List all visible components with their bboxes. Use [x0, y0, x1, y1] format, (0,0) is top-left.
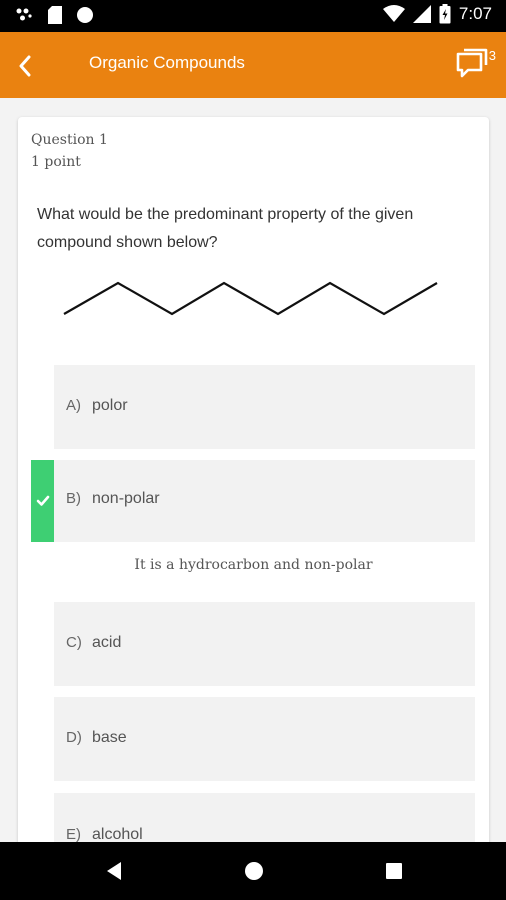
option-letter: D) — [66, 729, 82, 746]
option-letter: B) — [66, 490, 81, 507]
circle-icon — [77, 7, 93, 23]
back-button[interactable] — [8, 49, 42, 83]
option-d[interactable]: D) base — [54, 697, 475, 781]
option-text: polor — [92, 397, 128, 414]
answer-explanation: It is a hydrocarbon and non-polar — [134, 557, 373, 573]
comments-icon — [456, 48, 488, 78]
option-text: non-polar — [92, 490, 160, 507]
battery-icon — [439, 4, 451, 24]
nav-home-button[interactable] — [242, 859, 266, 883]
triangle-back-icon — [107, 862, 121, 880]
option-c[interactable]: C) acid — [54, 602, 475, 686]
wifi-icon — [382, 5, 405, 22]
option-letter: A) — [66, 397, 81, 414]
option-letter: C) — [66, 634, 82, 651]
option-text: base — [92, 729, 127, 746]
sd-card-icon — [48, 6, 62, 24]
square-recents-icon — [386, 863, 402, 879]
question-points: 1 point — [31, 154, 81, 170]
notification-dots-icon — [16, 8, 32, 21]
option-text: acid — [92, 634, 122, 651]
question-card: Question 1 1 point What would be the pre… — [18, 117, 489, 857]
status-time: 7:07 — [458, 4, 492, 23]
nav-back-button[interactable] — [103, 859, 127, 883]
question-number: Question 1 — [31, 132, 108, 148]
status-bar: 7:07 — [0, 0, 506, 32]
circle-home-icon — [245, 862, 263, 880]
zigzag-molecule-structure — [63, 281, 438, 316]
option-b[interactable]: B) non-polar — [54, 460, 475, 542]
option-a[interactable]: A) polor — [54, 365, 475, 449]
question-text: What would be the predominant property o… — [37, 206, 414, 251]
nav-recents-button[interactable] — [382, 859, 406, 883]
checkmark-icon — [36, 495, 49, 506]
app-bar: Organic Compounds 3 — [0, 32, 506, 98]
signal-icon — [412, 5, 431, 23]
comments-button[interactable]: 3 — [456, 48, 496, 82]
option-letter: E) — [66, 826, 81, 843]
correct-answer-marker — [31, 460, 54, 542]
comment-count-badge: 3 — [488, 48, 496, 63]
chevron-left-icon — [19, 55, 31, 77]
system-navigation-bar — [0, 842, 506, 900]
page-title: Organic Compounds — [89, 53, 245, 72]
